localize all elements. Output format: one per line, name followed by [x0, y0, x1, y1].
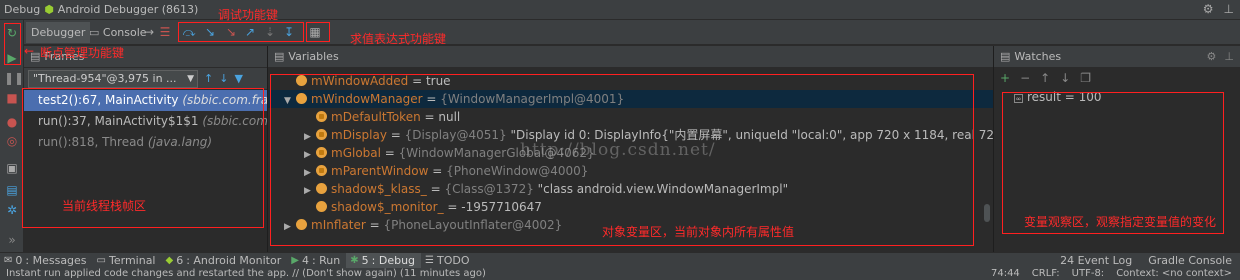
view-breakpoints-icon[interactable]: ●: [4, 114, 20, 130]
arrow-up-icon[interactable]: ↑: [204, 72, 213, 85]
variable-area-box: [270, 74, 974, 246]
hide-icon[interactable]: ⊥: [1224, 46, 1234, 68]
pause-icon[interactable]: ❚❚: [4, 70, 24, 86]
variables-title: Variables: [288, 49, 339, 63]
android-icon: ⬢: [44, 3, 54, 16]
watches-icon: ▤: [1000, 49, 1011, 63]
expand-icon[interactable]: »: [4, 232, 20, 248]
tab-console-label: Console: [102, 26, 147, 39]
tab-label: Terminal: [109, 253, 156, 267]
bug-icon: ✱: [350, 254, 359, 266]
line-separator[interactable]: CRLF:: [1032, 268, 1060, 280]
tab-debug[interactable]: ✱ 5: Debug: [346, 252, 422, 269]
tab-run[interactable]: ▶ 4: Run: [287, 253, 346, 269]
tab-todo[interactable]: ☰ TODO: [421, 253, 475, 269]
show-execution-point-icon[interactable]: ☰: [158, 25, 172, 39]
annotation-arrow: ←: [24, 44, 35, 58]
run-icon: ▶: [291, 254, 299, 266]
duplicate-icon[interactable]: ❐: [1080, 71, 1091, 85]
tab-label: : Run: [311, 253, 341, 267]
gear-icon[interactable]: ⚙: [1203, 2, 1214, 16]
layout-icon[interactable]: ▤: [4, 182, 20, 198]
tab-number: 4: [301, 253, 309, 267]
tab-label: TODO: [437, 253, 470, 267]
variables-scrollbar[interactable]: [984, 204, 990, 222]
console-icon: ▭: [89, 26, 103, 39]
debug-keys-annotation: 调试功能键: [218, 8, 279, 22]
debug-titlebar: Debug ⬢ Android Debugger (8613) ⚙ ⊥: [0, 0, 1240, 20]
debug-config-name: Android Debugger (8613): [57, 3, 199, 16]
thread-selector[interactable]: "Thread-954"@3,975 in ... ▼: [28, 69, 198, 88]
tool-window-bar: ✉ 0: Messages ▭ Terminal ◆ 6: Android Monit…: [0, 252, 1240, 269]
eval-keys-annotation: 求值表达式功能键: [350, 32, 447, 46]
tab-label: : Android Monitor: [186, 253, 282, 267]
move-down-icon[interactable]: ↓: [1060, 71, 1070, 85]
todo-icon: ☰: [425, 254, 434, 266]
filter-icon[interactable]: ▼: [234, 72, 242, 85]
terminal-icon: ▭: [96, 254, 106, 266]
eval-keys-box: [306, 22, 330, 42]
gradle-console-button[interactable]: Gradle Console: [1148, 254, 1232, 267]
tab-label: : Messages: [25, 253, 87, 267]
stack-area-annotation: 当前线程栈帧区: [62, 199, 147, 213]
file-encoding[interactable]: UTF-8:: [1072, 268, 1105, 280]
add-watch-icon[interactable]: +: [1000, 71, 1010, 85]
restore-layout-icon[interactable]: →: [142, 25, 156, 39]
android-icon: ◆: [165, 254, 174, 266]
watches-toolbar: + − ↑ ↓ ❐: [994, 68, 1240, 88]
arrow-down-icon[interactable]: ↓: [219, 72, 228, 85]
event-log-button[interactable]: 24 Event Log: [1060, 254, 1132, 267]
tab-label: : Debug: [371, 253, 416, 267]
watches-header: ▤ Watches ⚙ ⊥: [994, 46, 1240, 68]
mute-breakpoints-icon[interactable]: ◎: [4, 133, 20, 149]
breakpoint-keys-box: [4, 23, 21, 65]
variable-area-annotation: 对象变量区，当前对象内所有属性值: [602, 225, 795, 239]
thread-selector-bar: "Thread-954"@3,975 in ... ▼ ↑ ↓ ▼: [24, 68, 267, 90]
tab-messages[interactable]: ✉ 0: Messages: [0, 253, 93, 269]
move-up-icon[interactable]: ↑: [1040, 71, 1050, 85]
debug-keys-box: [178, 22, 304, 42]
tab-terminal[interactable]: ▭ Terminal: [93, 253, 162, 269]
chevron-down-icon: ▼: [187, 73, 194, 84]
tab-android-monitor[interactable]: ◆ 6: Android Monitor: [162, 253, 288, 269]
watches-title: Watches: [1014, 49, 1062, 63]
hide-icon[interactable]: ⊥: [1224, 2, 1234, 16]
tab-number: 6: [176, 253, 184, 267]
stop-icon[interactable]: ■: [4, 90, 20, 106]
settings-icon[interactable]: ✲: [4, 202, 20, 218]
breakpoint-keys-annotation: 断点管理功能键: [40, 46, 125, 60]
variables-header: ▤ Variables: [268, 46, 993, 68]
caret-position[interactable]: 74:44: [991, 268, 1020, 280]
camera-icon[interactable]: ▣: [4, 160, 20, 176]
watch-area-annotation: 变量观察区，观察指定变量值的变化: [1024, 215, 1217, 229]
gear-icon[interactable]: ⚙: [1207, 46, 1217, 68]
tab-debugger[interactable]: Debugger: [26, 22, 91, 43]
status-bar: Instant run applied code changes and res…: [0, 268, 1240, 280]
debug-label: Debug: [4, 3, 41, 16]
tab-number: 5: [361, 253, 369, 267]
context-indicator[interactable]: Context: <no context>: [1116, 268, 1232, 280]
status-message[interactable]: Instant run applied code changes and res…: [6, 268, 486, 279]
tab-number: 0: [15, 253, 23, 267]
thread-name: "Thread-954"@3,975 in ...: [33, 71, 177, 85]
messages-icon: ✉: [4, 254, 13, 266]
variables-icon: ▤: [274, 49, 285, 63]
remove-watch-icon[interactable]: −: [1020, 71, 1030, 85]
